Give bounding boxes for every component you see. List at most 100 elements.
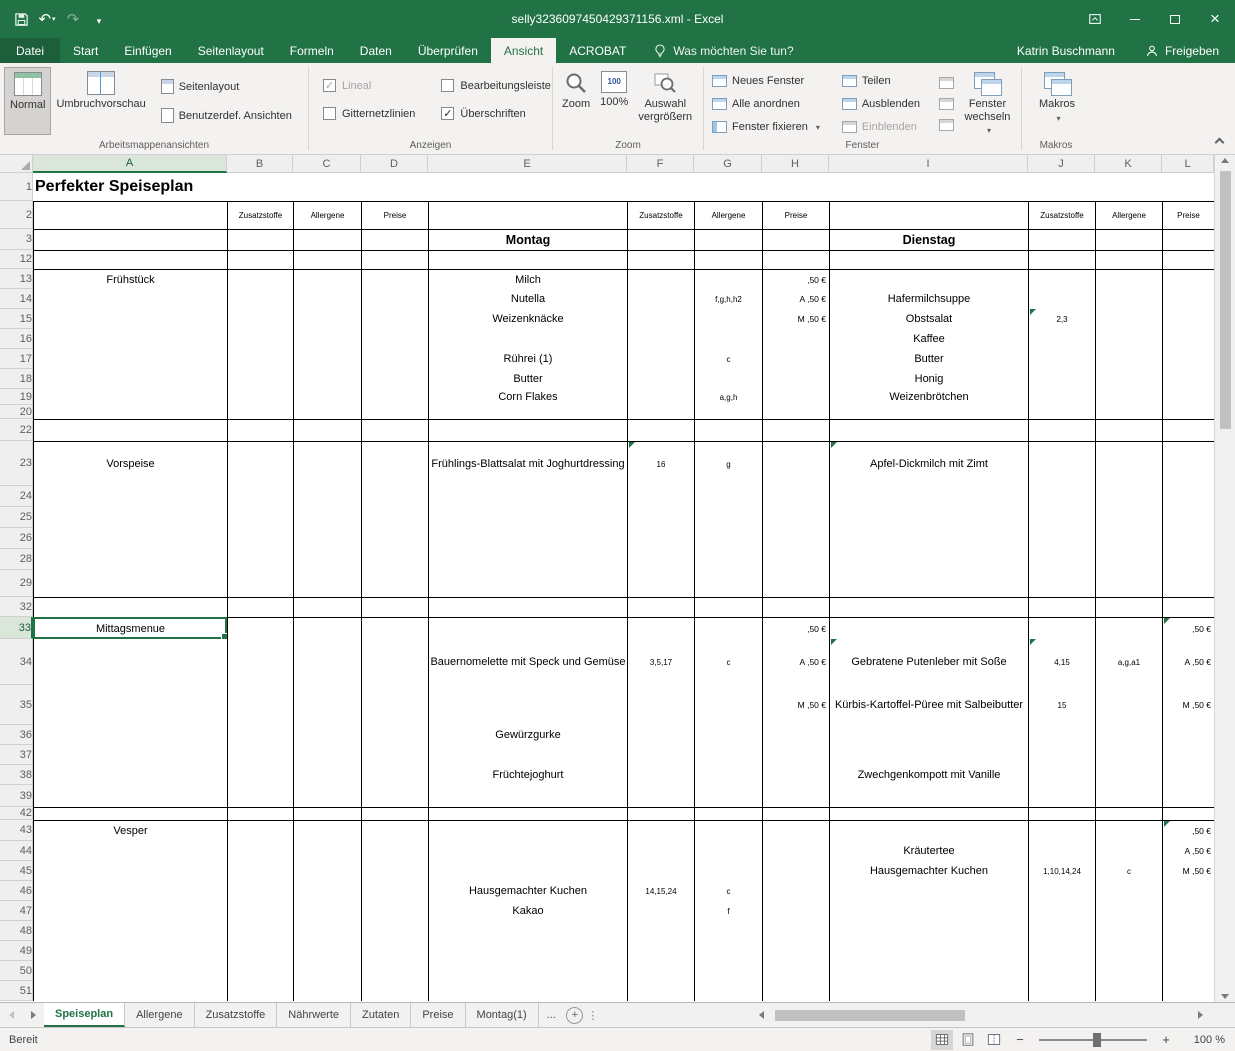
row-header-20[interactable]: 20 [0,405,33,419]
cell-J38[interactable] [1028,765,1095,785]
cell-G36[interactable] [694,725,762,745]
cell-G26[interactable] [694,528,762,549]
column-header-D[interactable]: D [361,155,428,173]
cell-I2[interactable] [829,201,1028,229]
cell-J44[interactable] [1028,841,1095,861]
tell-me-box[interactable]: Was möchten Sie tun? [639,38,807,63]
cell-B28[interactable] [227,549,293,570]
cell-K37[interactable] [1095,745,1162,765]
cell-A26[interactable] [33,528,227,549]
cell-H44[interactable] [762,841,829,861]
cell-D51[interactable] [361,981,428,1001]
cell-L49[interactable] [1162,941,1214,961]
sheet-tab-allergene[interactable]: Allergene [125,1003,194,1027]
row-header-13[interactable]: 13 [0,269,33,289]
cell-D46[interactable] [361,881,428,901]
cell-B17[interactable] [227,349,293,369]
cell-H32[interactable] [762,597,829,617]
cell-C48[interactable] [293,921,361,941]
cell-B48[interactable] [227,921,293,941]
cell-J43[interactable] [1028,820,1095,841]
cell-I15[interactable]: Obstsalat [829,309,1028,329]
cell-G34[interactable]: c [694,639,762,685]
row-header-23[interactable]: 23 [0,441,33,486]
cell-L51[interactable] [1162,981,1214,1001]
cell-H48[interactable] [762,921,829,941]
page-break-preview-button[interactable]: Umbruchvorschau [51,67,150,135]
cell-J26[interactable] [1028,528,1095,549]
cell-G23[interactable]: g [694,441,762,486]
cell-K29[interactable] [1095,570,1162,597]
cell-H24[interactable] [762,486,829,507]
cell-D42[interactable] [361,807,428,820]
cell-L35[interactable]: M ,50 € [1162,685,1214,725]
cell-G29[interactable] [694,570,762,597]
cell-I45[interactable]: Hausgemachter Kuchen [829,861,1028,881]
cell-F51[interactable] [627,981,694,1001]
cell-G38[interactable] [694,765,762,785]
cell-F15[interactable] [627,309,694,329]
column-header-E[interactable]: E [428,155,627,173]
cell-E43[interactable] [428,820,627,841]
sheet-tab-zusatzstoffe[interactable]: Zusatzstoffe [195,1003,278,1027]
cell-E44[interactable] [428,841,627,861]
cell-E34[interactable]: Bauernomelette mit Speck und Gemüse [428,639,627,685]
cell-I14[interactable]: Hafermilchsuppe [829,289,1028,309]
row-header-42[interactable]: 42 [0,807,33,820]
cell-K42[interactable] [1095,807,1162,820]
cell-J39[interactable] [1028,785,1095,807]
cell-H51[interactable] [762,981,829,1001]
cell-H45[interactable] [762,861,829,881]
cell-A42[interactable] [33,807,227,820]
cell-C26[interactable] [293,528,361,549]
sheet-tab-nährwerte[interactable]: Nährwerte [277,1003,351,1027]
cell-I36[interactable] [829,725,1028,745]
cell-I12[interactable] [829,250,1028,269]
row-header-37[interactable]: 37 [0,745,33,765]
row-header-18[interactable]: 18 [0,369,33,389]
cell-H20[interactable] [762,405,829,419]
cell-F28[interactable] [627,549,694,570]
cell-B34[interactable] [227,639,293,685]
cell-B12[interactable] [227,250,293,269]
cell-H33[interactable]: ,50 € [762,617,829,639]
cell-F25[interactable] [627,507,694,528]
cell-K12[interactable] [1095,250,1162,269]
cell-D32[interactable] [361,597,428,617]
cell-E20[interactable] [428,405,627,419]
cell-C3[interactable] [293,229,361,250]
row-header-19[interactable]: 19 [0,389,33,405]
normal-view-shortcut-button[interactable] [931,1030,953,1050]
row-header-3[interactable]: 3 [0,229,33,250]
cell-E26[interactable] [428,528,627,549]
cell-K34[interactable]: a,g,a1 [1095,639,1162,685]
cell-I38[interactable]: Zwechgenkompott mit Vanille [829,765,1028,785]
cell-J50[interactable] [1028,961,1095,981]
cell-I18[interactable]: Honig [829,369,1028,389]
cell-F18[interactable] [627,369,694,389]
cell-D14[interactable] [361,289,428,309]
row-header-33[interactable]: 33 [0,617,33,639]
formula-bar-checkbox[interactable]: Bearbeitungsleiste [441,79,551,92]
cell-J14[interactable] [1028,289,1095,309]
zoom-button[interactable]: Zoom [557,67,595,135]
cell-C34[interactable] [293,639,361,685]
cell-E19[interactable]: Corn Flakes [428,389,627,405]
cell-D3[interactable] [361,229,428,250]
cell-E36[interactable]: Gewürzgurke [428,725,627,745]
cell-E51[interactable] [428,981,627,1001]
cell-H2[interactable]: Preise [762,201,829,229]
cell-G35[interactable] [694,685,762,725]
cell-L18[interactable] [1162,369,1214,389]
cell-G46[interactable]: c [694,881,762,901]
cell-L32[interactable] [1162,597,1214,617]
cell-H46[interactable] [762,881,829,901]
cell-C17[interactable] [293,349,361,369]
cell-D38[interactable] [361,765,428,785]
cell-L22[interactable] [1162,419,1214,441]
cell-G50[interactable] [694,961,762,981]
cell-B22[interactable] [227,419,293,441]
cell-F35[interactable] [627,685,694,725]
cell-I19[interactable]: Weizenbrötchen [829,389,1028,405]
cell-B19[interactable] [227,389,293,405]
